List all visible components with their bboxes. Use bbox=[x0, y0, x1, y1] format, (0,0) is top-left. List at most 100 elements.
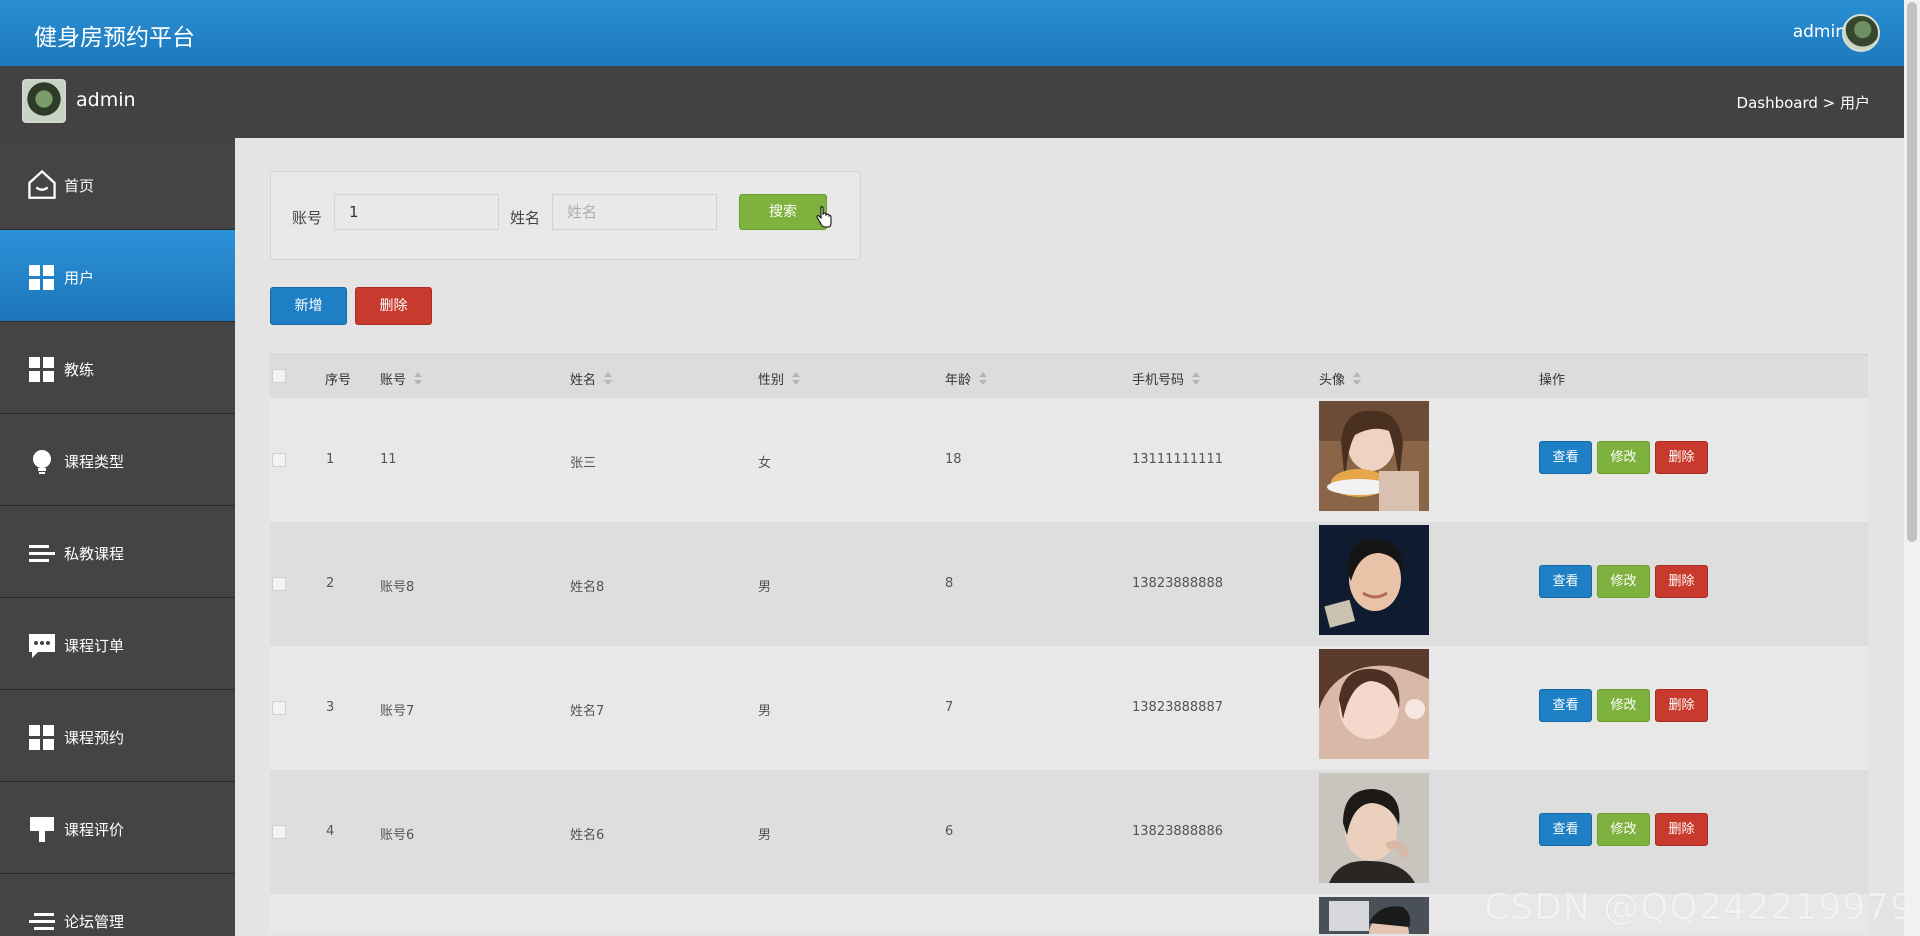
cell-account: 11 bbox=[380, 452, 397, 467]
grid-icon bbox=[29, 265, 54, 290]
cell-age: 18 bbox=[945, 452, 962, 467]
sidebar-item-label: 课程评价 bbox=[64, 821, 125, 839]
sort-icon bbox=[414, 372, 423, 386]
header-avatar[interactable]: 头像 bbox=[1319, 369, 1362, 388]
edit-button[interactable]: 修改 bbox=[1597, 813, 1650, 846]
sort-icon bbox=[1192, 372, 1201, 386]
cell-phone: 13111111111 bbox=[1132, 452, 1223, 467]
cell-name: 张三 bbox=[570, 456, 597, 471]
sidebar-item-label: 私教课程 bbox=[64, 545, 125, 563]
sidebar-item-course-type[interactable]: 课程类型 bbox=[0, 414, 235, 506]
edit-button[interactable]: 修改 bbox=[1597, 689, 1650, 722]
header-phone[interactable]: 手机号码 bbox=[1132, 369, 1201, 388]
table-row: 2 账号8 姓名8 男 8 13823888888 查看 修改 删除 bbox=[270, 522, 1868, 646]
search-button[interactable]: 搜索 bbox=[739, 194, 827, 230]
cell-account: 账号8 bbox=[380, 580, 415, 595]
name-label: 姓名 bbox=[510, 209, 541, 227]
cell-index: 1 bbox=[326, 452, 335, 467]
cell-account: 账号7 bbox=[380, 704, 415, 719]
view-button[interactable]: 查看 bbox=[1539, 565, 1592, 598]
profile-name: admin bbox=[76, 89, 136, 111]
header-account[interactable]: 账号 bbox=[380, 369, 423, 388]
edit-button[interactable]: 修改 bbox=[1597, 565, 1650, 598]
cell-gender: 女 bbox=[758, 456, 772, 471]
watermark: CSDN @QQ242219979 bbox=[1484, 887, 1914, 928]
sidebar: 首页 用户 教练 课程类型 私教课程 课程订单 课程预约 课程评价 论坛管理 bbox=[0, 138, 235, 936]
header-gender[interactable]: 性别 bbox=[758, 369, 801, 388]
grid-icon bbox=[29, 357, 54, 382]
home-icon bbox=[28, 169, 56, 199]
header-avatar[interactable] bbox=[1842, 14, 1880, 52]
sidebar-item-course-booking[interactable]: 课程预约 bbox=[0, 690, 235, 782]
account-label: 账号 bbox=[292, 209, 323, 227]
cell-phone: 13823888887 bbox=[1132, 700, 1223, 715]
cell-phone: 13823888888 bbox=[1132, 576, 1223, 591]
sidebar-item-coach[interactable]: 教练 bbox=[0, 322, 235, 414]
sidebar-item-users[interactable]: 用户 bbox=[0, 230, 235, 322]
page-scrollbar[interactable] bbox=[1904, 0, 1920, 936]
cell-index: 3 bbox=[326, 700, 335, 715]
avatar-photo bbox=[1319, 773, 1429, 883]
header-name[interactable]: 姓名 bbox=[570, 369, 613, 388]
header-actions: 操作 bbox=[1539, 373, 1566, 388]
account-input[interactable] bbox=[334, 194, 499, 230]
sidebar-item-home[interactable]: 首页 bbox=[0, 138, 235, 230]
avatar-photo bbox=[1319, 525, 1429, 635]
profile-avatar bbox=[22, 79, 66, 123]
pointer-cursor-icon bbox=[816, 206, 832, 228]
header-username[interactable]: admin bbox=[1793, 22, 1846, 42]
sidebar-item-forum[interactable]: 论坛管理 bbox=[0, 874, 235, 936]
cell-name: 姓名6 bbox=[570, 828, 605, 843]
cell-age: 6 bbox=[945, 824, 954, 839]
name-input[interactable] bbox=[552, 194, 717, 230]
avatar-photo bbox=[1319, 649, 1429, 759]
delete-button[interactable]: 删除 bbox=[1655, 689, 1708, 722]
users-table: 序号 账号 姓名 性别 年龄 手机号码 头像 操作 1 11 张三 女 18 1… bbox=[270, 354, 1868, 934]
sidebar-item-label: 课程预约 bbox=[64, 729, 125, 747]
sidebar-item-course-order[interactable]: 课程订单 bbox=[0, 598, 235, 690]
batch-delete-button[interactable]: 删除 bbox=[355, 287, 432, 325]
scrollbar-thumb[interactable] bbox=[1907, 2, 1917, 542]
sidebar-item-label: 课程订单 bbox=[64, 637, 125, 655]
sort-icon bbox=[792, 372, 801, 386]
sidebar-item-label: 论坛管理 bbox=[64, 913, 125, 931]
view-button[interactable]: 查看 bbox=[1539, 689, 1592, 722]
row-checkbox[interactable] bbox=[272, 825, 286, 839]
cell-account: 账号6 bbox=[380, 828, 415, 843]
cell-age: 8 bbox=[945, 576, 954, 591]
app-title: 健身房预约平台 bbox=[34, 25, 195, 51]
chat-icon bbox=[29, 634, 55, 658]
sidebar-item-label: 用户 bbox=[64, 269, 95, 287]
table-body: 1 11 张三 女 18 13111111111 查看 修改 删除 2 账号8 bbox=[270, 398, 1868, 934]
header-age[interactable]: 年龄 bbox=[945, 369, 988, 388]
sidebar-item-label: 课程类型 bbox=[64, 453, 125, 471]
table-row: 1 11 张三 女 18 13111111111 查看 修改 删除 bbox=[270, 398, 1868, 522]
bulb-icon bbox=[33, 450, 51, 474]
cell-name: 姓名7 bbox=[570, 704, 605, 719]
list-icon bbox=[29, 913, 55, 930]
select-all-checkbox[interactable] bbox=[272, 369, 286, 383]
cell-gender: 男 bbox=[758, 828, 772, 843]
delete-button[interactable]: 删除 bbox=[1655, 813, 1708, 846]
sub-header: admin Dashboard > 用户 bbox=[0, 66, 1904, 138]
cell-gender: 男 bbox=[758, 580, 772, 595]
view-button[interactable]: 查看 bbox=[1539, 441, 1592, 474]
avatar-photo bbox=[1319, 401, 1429, 511]
cell-name: 姓名8 bbox=[570, 580, 605, 595]
sidebar-item-label: 教练 bbox=[64, 361, 95, 379]
edit-button[interactable]: 修改 bbox=[1597, 441, 1650, 474]
row-checkbox[interactable] bbox=[272, 701, 286, 715]
delete-button[interactable]: 删除 bbox=[1655, 565, 1708, 598]
row-checkbox[interactable] bbox=[272, 453, 286, 467]
brush-icon bbox=[30, 817, 54, 842]
table-row: 3 账号7 姓名7 男 7 13823888887 查看 修改 删除 bbox=[270, 646, 1868, 770]
add-button[interactable]: 新增 bbox=[270, 287, 347, 325]
delete-button[interactable]: 删除 bbox=[1655, 441, 1708, 474]
cell-phone: 13823888886 bbox=[1132, 824, 1223, 839]
table-header: 序号 账号 姓名 性别 年龄 手机号码 头像 操作 bbox=[270, 354, 1868, 398]
row-checkbox[interactable] bbox=[272, 577, 286, 591]
sort-icon bbox=[1353, 372, 1362, 386]
sidebar-item-course-review[interactable]: 课程评价 bbox=[0, 782, 235, 874]
view-button[interactable]: 查看 bbox=[1539, 813, 1592, 846]
sidebar-item-private-course[interactable]: 私教课程 bbox=[0, 506, 235, 598]
